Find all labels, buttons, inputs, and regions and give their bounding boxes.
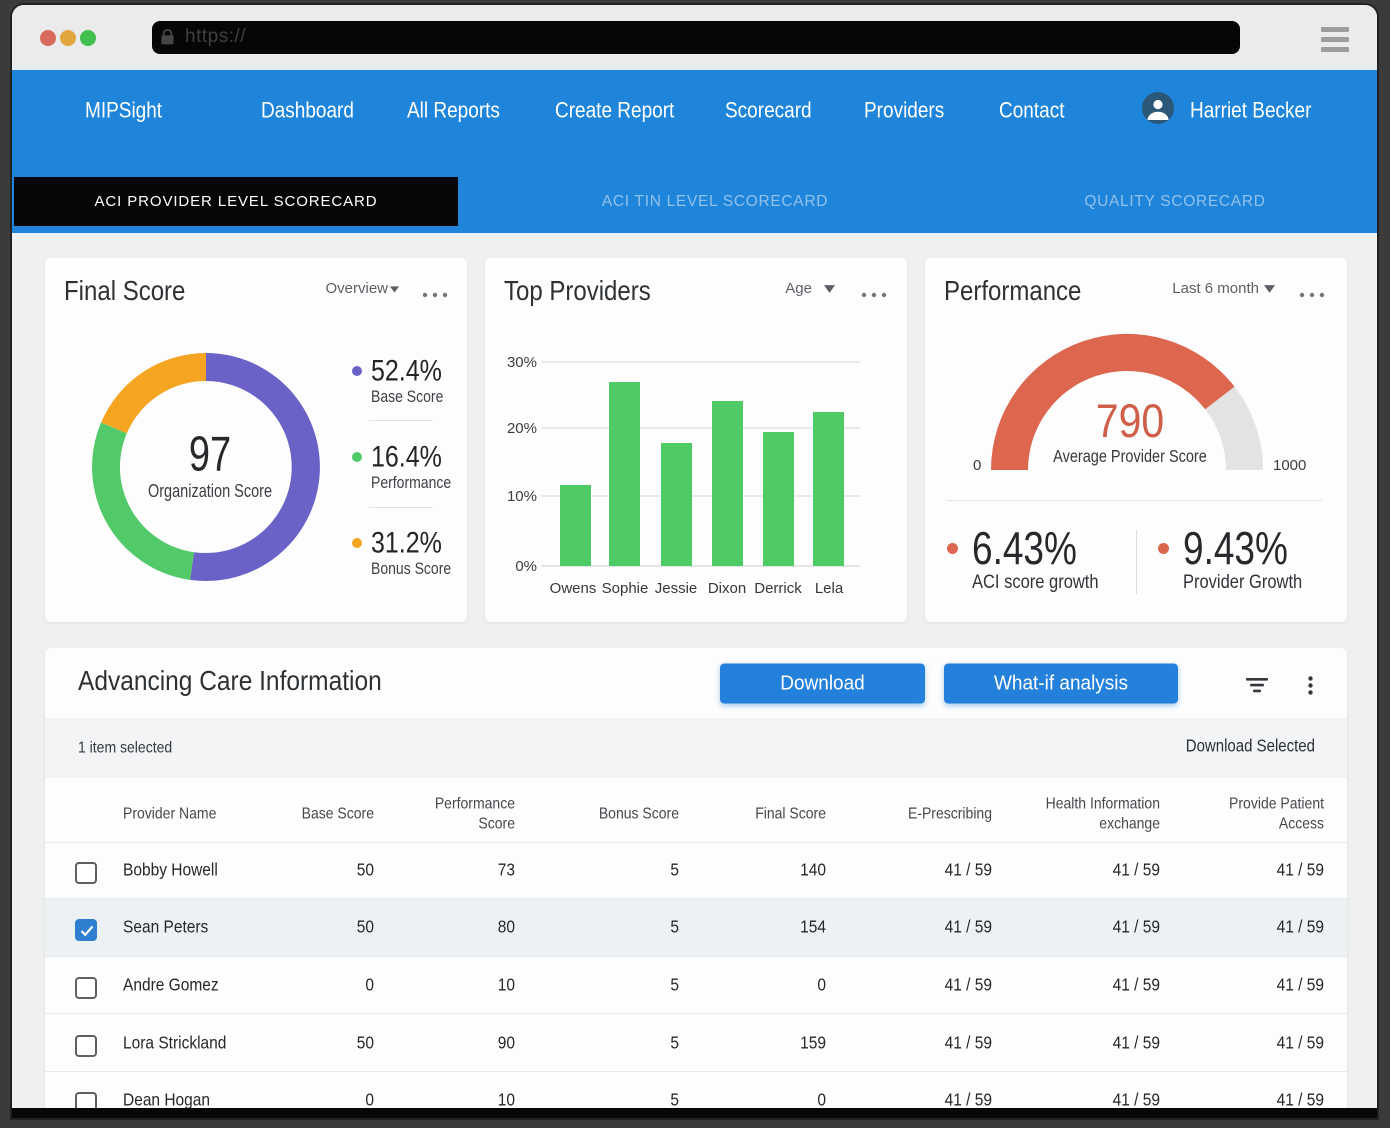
svg-text:30%: 30% — [507, 354, 537, 371]
svg-text:Derrick: Derrick — [754, 580, 802, 597]
svg-text:Sophie: Sophie — [602, 580, 649, 597]
svg-text:Owens: Owens — [550, 580, 597, 597]
svg-text:Jessie: Jessie — [655, 580, 698, 597]
svg-text:0%: 0% — [515, 558, 537, 575]
svg-text:Lela: Lela — [815, 580, 844, 597]
svg-text:Dixon: Dixon — [708, 580, 746, 597]
svg-text:10%: 10% — [507, 488, 537, 505]
svg-text:20%: 20% — [507, 420, 537, 437]
